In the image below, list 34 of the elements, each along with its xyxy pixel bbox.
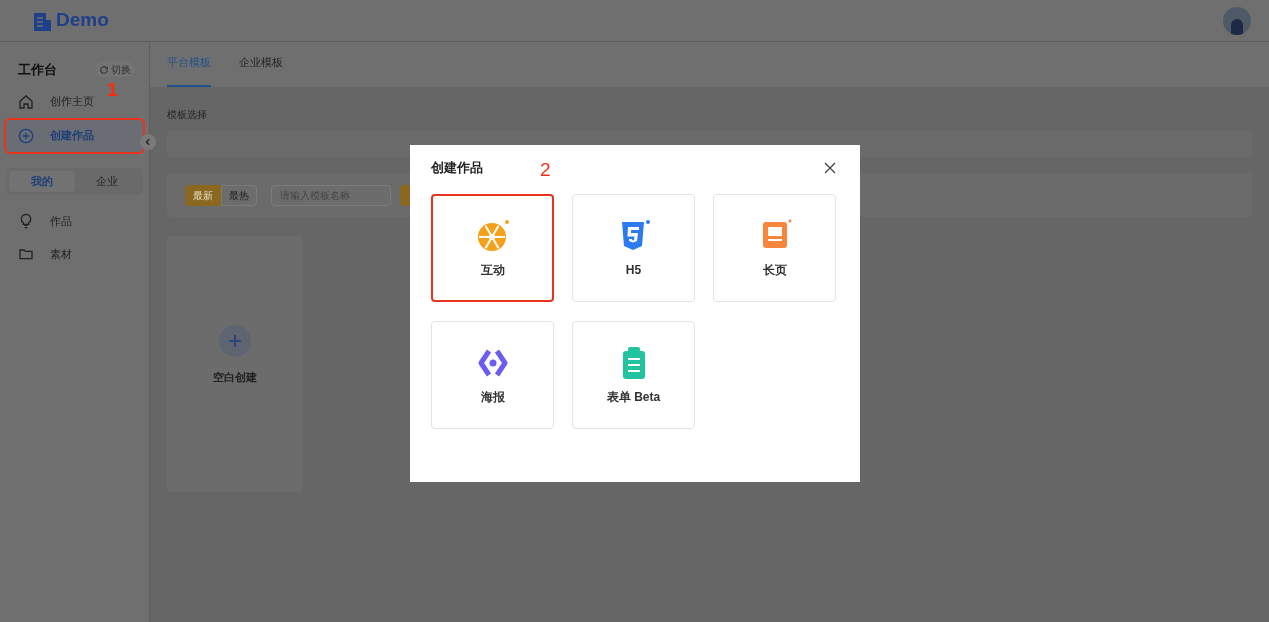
template-option[interactable]: 互动 [431,194,554,302]
avatar[interactable] [1223,6,1251,35]
dialog-title: 创建作品 [431,159,483,178]
section-label: 模板选择 [167,108,208,122]
annotation-number: 1 [107,80,118,99]
plus-icon [228,333,242,348]
close-icon [824,162,836,174]
card-label: 空白创建 [213,369,257,385]
sidebar-item[interactable]: 素材 [6,237,143,271]
sidebar-item[interactable]: 创作主页 [6,85,102,118]
sidebar-title: 工作台 [18,61,57,79]
logo-text: Demo [56,8,109,33]
home-icon [18,93,34,110]
annotation-number: 2 [540,160,551,179]
tab[interactable]: 平台模板 [167,42,211,87]
segment-tab[interactable]: 我的 [9,170,75,192]
template-option[interactable]: 海报 [431,321,554,429]
sidebar-item[interactable]: 创建作品 [6,119,143,152]
blank-create-card[interactable]: 空白创建 [167,236,303,492]
template-option[interactable]: 表单 Beta [572,321,695,429]
lightbulb-icon [18,213,34,229]
template-option[interactable]: H5 [572,194,695,302]
collapse-button[interactable] [140,134,156,150]
folder-icon [18,246,34,262]
close-button[interactable] [822,160,838,176]
sort-button[interactable]: 最新 [185,184,221,206]
chevron-left-icon [144,138,152,146]
plus-circle-icon [18,127,34,144]
segment-tab[interactable]: 企业 [74,170,140,192]
refresh-icon [99,64,109,75]
template-option[interactable]: 长页 [713,194,836,302]
sidebar-item[interactable]: 作品 [6,204,143,238]
tab[interactable]: 企业模板 [239,42,283,87]
sort-button[interactable]: 最热 [221,184,257,206]
